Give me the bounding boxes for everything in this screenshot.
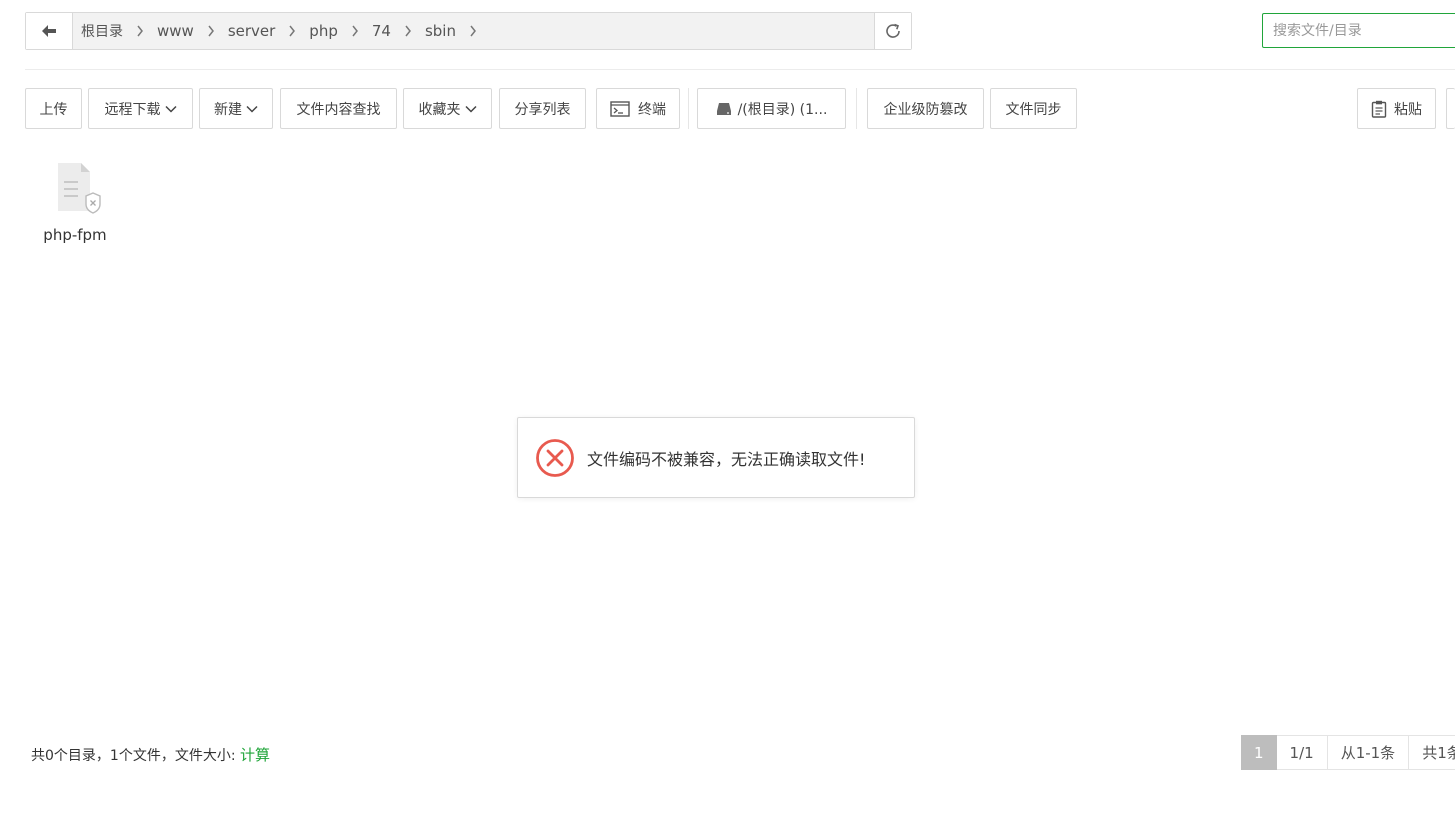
locked-file-icon — [58, 163, 101, 214]
search-input[interactable] — [1262, 13, 1455, 48]
breadcrumb-item-74[interactable]: 74 — [372, 22, 425, 40]
error-toast: 文件编码不被兼容，无法正确读取文件! — [517, 417, 915, 498]
terminal-button[interactable]: 终端 — [596, 88, 680, 129]
chevron-right-icon — [136, 25, 144, 37]
toolbar-divider — [856, 88, 857, 129]
paste-button[interactable]: 粘贴 — [1357, 88, 1436, 129]
chevron-right-icon — [351, 25, 359, 37]
new-button[interactable]: 新建 — [199, 88, 273, 129]
path-bar: 根目录 www server php 74 sbin — [25, 12, 912, 50]
upload-button[interactable]: 上传 — [25, 88, 82, 129]
refresh-button[interactable] — [874, 13, 911, 49]
refresh-icon — [886, 23, 900, 38]
share-list-button[interactable]: 分享列表 — [499, 88, 586, 129]
breadcrumb-item-php[interactable]: php — [309, 22, 372, 40]
arrow-left-icon — [42, 25, 56, 37]
disk-button[interactable]: /(根目录) (1... — [697, 88, 846, 129]
toolbar-divider — [688, 88, 689, 129]
favorites-button[interactable]: 收藏夹 — [403, 88, 492, 129]
chevron-down-icon — [464, 105, 477, 113]
breadcrumb: 根目录 www server php 74 sbin — [73, 13, 874, 49]
page-count: 1/1 — [1276, 735, 1328, 770]
pagination: 1 1/1 从1-1条 共1条 — [1241, 735, 1455, 770]
toast-message: 文件编码不被兼容，无法正确读取文件! — [587, 449, 866, 469]
breadcrumb-item-root[interactable]: 根目录 — [81, 21, 157, 41]
file-item[interactable]: php-fpm — [30, 160, 120, 255]
file-name: php-fpm — [43, 226, 107, 244]
breadcrumb-item-server[interactable]: server — [228, 22, 309, 40]
calculate-size-link[interactable]: 计算 — [240, 746, 270, 764]
page-total: 共1条 — [1409, 735, 1455, 770]
file-sync-button[interactable]: 文件同步 — [990, 88, 1077, 129]
chevron-right-icon — [469, 25, 477, 37]
error-icon — [536, 438, 574, 477]
breadcrumb-item-sbin[interactable]: sbin — [425, 22, 490, 40]
remote-download-button[interactable]: 远程下载 — [88, 88, 193, 129]
chevron-down-icon — [164, 105, 177, 113]
page-current[interactable]: 1 — [1241, 735, 1277, 770]
terminal-icon — [610, 100, 630, 117]
chevron-right-icon — [207, 25, 215, 37]
more-toolbar-button[interactable] — [1446, 88, 1455, 129]
content-search-button[interactable]: 文件内容查找 — [280, 88, 397, 129]
back-button[interactable] — [26, 13, 73, 49]
anti-tamper-button[interactable]: 企业级防篡改 — [867, 88, 984, 129]
hard-disk-icon — [716, 102, 731, 115]
breadcrumb-item-www[interactable]: www — [157, 22, 228, 40]
chevron-right-icon — [404, 25, 412, 37]
file-summary: 共0个目录，1个文件，文件大小: 计算 — [31, 746, 270, 764]
header-divider — [25, 69, 1455, 70]
chevron-right-icon — [288, 25, 296, 37]
chevron-down-icon — [246, 105, 258, 113]
clipboard-icon — [1371, 100, 1387, 118]
page-range: 从1-1条 — [1327, 735, 1410, 770]
